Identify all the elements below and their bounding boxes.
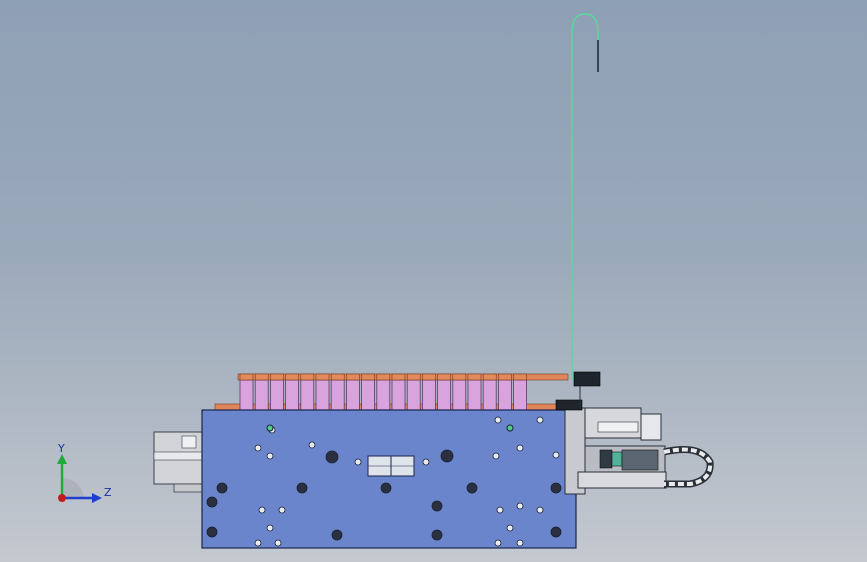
mounting-hole xyxy=(516,539,524,547)
battery-cell xyxy=(285,379,300,411)
mounting-hole xyxy=(325,450,339,464)
mounting-hole xyxy=(550,526,562,538)
mounting-hole xyxy=(380,482,392,494)
y-axis-label: Y xyxy=(58,442,65,455)
right-mechanism xyxy=(555,371,667,495)
battery-cell xyxy=(345,379,360,411)
cable-drag-chain xyxy=(663,446,714,488)
mounting-hole xyxy=(266,452,274,460)
wire-hook xyxy=(571,13,599,380)
mounting-hole xyxy=(496,506,504,514)
battery-cell xyxy=(376,379,391,411)
battery-cell-row xyxy=(239,373,527,411)
battery-cell xyxy=(315,379,330,411)
battery-cell xyxy=(300,379,315,411)
battery-cell-cap xyxy=(254,373,269,381)
left-side-bracket xyxy=(153,431,205,493)
mounting-hole xyxy=(278,506,286,514)
battery-cell-cap xyxy=(239,373,254,381)
battery-cell xyxy=(406,379,421,411)
mounting-hole xyxy=(431,500,443,512)
mounting-hole xyxy=(492,452,500,460)
battery-cell xyxy=(391,379,406,411)
battery-cell xyxy=(254,379,269,411)
battery-cell-cap xyxy=(482,373,497,381)
mounting-hole xyxy=(354,458,362,466)
battery-cell xyxy=(421,379,436,411)
battery-cell-cap xyxy=(422,373,436,381)
battery-cell xyxy=(482,379,497,411)
cad-viewport[interactable]: Y Z xyxy=(0,0,867,562)
mounting-hole xyxy=(266,524,274,532)
battery-cell-cap xyxy=(330,373,345,381)
battery-cell-cap xyxy=(437,373,451,381)
battery-cell xyxy=(269,379,284,411)
battery-cell xyxy=(513,379,527,411)
mounting-hole xyxy=(516,444,524,452)
coordinate-triad: Y Z xyxy=(40,440,120,510)
battery-cell-cap xyxy=(315,373,330,381)
locating-pin xyxy=(506,424,514,432)
locating-pin xyxy=(266,424,274,432)
mounting-hole xyxy=(331,529,343,541)
mounting-hole xyxy=(216,482,228,494)
battery-cell xyxy=(361,379,376,411)
battery-cell-cap xyxy=(285,373,299,381)
battery-cell-cap xyxy=(376,373,391,381)
mounting-hole xyxy=(296,482,308,494)
mounting-hole xyxy=(254,444,262,452)
mounting-hole xyxy=(206,496,218,508)
mounting-hole xyxy=(440,449,454,463)
battery-cell xyxy=(437,379,452,411)
triad-graphic xyxy=(57,454,102,503)
mounting-hole xyxy=(494,416,502,424)
battery-cell xyxy=(330,379,345,411)
mounting-hole xyxy=(550,482,562,494)
z-axis-label: Z xyxy=(104,486,112,499)
battery-cell-cap xyxy=(406,373,421,381)
mounting-hole xyxy=(431,529,443,541)
battery-cell-cap xyxy=(498,373,512,381)
battery-cell-cap xyxy=(270,373,284,381)
mounting-hole xyxy=(506,524,514,532)
base-plate xyxy=(201,409,577,549)
mounting-hole xyxy=(308,441,316,449)
battery-cell-cap xyxy=(300,373,315,381)
battery-cell-cap xyxy=(391,373,406,381)
mounting-hole xyxy=(466,482,478,494)
battery-cell-cap xyxy=(513,373,527,381)
mounting-hole xyxy=(422,458,430,466)
mounting-hole xyxy=(552,451,560,459)
battery-cell xyxy=(239,379,254,411)
mounting-hole xyxy=(516,502,524,510)
assembly-model[interactable] xyxy=(0,0,867,562)
battery-cell-cap xyxy=(467,373,482,381)
battery-cell xyxy=(467,379,482,411)
mounting-hole xyxy=(254,539,262,547)
mounting-hole xyxy=(536,416,544,424)
battery-cell-cap xyxy=(346,373,360,381)
battery-cell xyxy=(497,379,512,411)
battery-cell xyxy=(452,379,467,411)
mounting-hole xyxy=(536,506,544,514)
battery-cell-cap xyxy=(361,373,375,381)
mounting-hole xyxy=(494,539,502,547)
mounting-hole xyxy=(274,539,282,547)
battery-cell-cap xyxy=(452,373,467,381)
mounting-hole xyxy=(258,506,266,514)
mounting-hole xyxy=(206,526,218,538)
